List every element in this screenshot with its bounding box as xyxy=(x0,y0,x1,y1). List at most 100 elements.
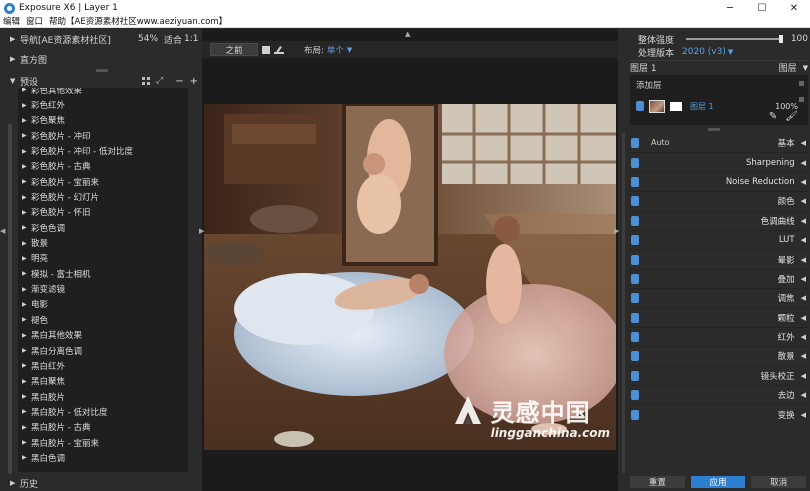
split-view-icon[interactable] xyxy=(274,46,284,54)
add-preset-icon[interactable]: + xyxy=(190,76,198,87)
menu-help[interactable]: 帮助【AE资源素材社区www.aeziyuan.com】 xyxy=(46,16,230,28)
expand-icon[interactable]: ⤢ xyxy=(156,76,163,86)
preset-category-item[interactable]: ▶ 彩色胶片 - 宝丽来 xyxy=(18,174,188,189)
preset-category-item[interactable]: ▶ 彩色胶片 - 怀旧 xyxy=(18,205,188,220)
preset-category-item[interactable]: ▶ 黑白分离色调 xyxy=(18,343,188,358)
chevron-down-icon[interactable]: ▼ xyxy=(803,64,808,72)
reset-button[interactable]: 重置 xyxy=(630,476,685,488)
panel-toggle-button[interactable] xyxy=(631,293,639,304)
adjustment-panel-header[interactable]: 去边 ◀ xyxy=(630,385,808,404)
panel-toggle-button[interactable] xyxy=(631,409,639,420)
adjustment-panel-header[interactable]: 镜头校正 ◀ xyxy=(630,365,808,385)
preset-category-item[interactable]: ▶ 散景 xyxy=(18,235,188,250)
adjustment-panel-header[interactable]: 调焦 ◀ xyxy=(630,288,808,307)
zoom-level[interactable]: 54% xyxy=(138,34,164,44)
histogram-header[interactable]: ▶ 直方图 xyxy=(10,51,198,67)
adjustment-panel-header[interactable]: 变换 ◀ xyxy=(630,404,808,423)
pen-icon[interactable]: ✎ xyxy=(769,111,777,122)
minimize-button[interactable]: ─ xyxy=(714,0,746,16)
adjustment-panel-header[interactable]: 叠加 ◀ xyxy=(630,268,808,288)
menu-edit[interactable]: 编辑 xyxy=(0,16,23,28)
adjustment-panel-header[interactable]: 色调曲线 ◀ xyxy=(630,210,808,230)
close-button[interactable]: ✕ xyxy=(778,0,810,16)
preset-category-item[interactable]: ▶ 彩色胶片 - 幻灯片 xyxy=(18,189,188,204)
adjustment-panel-header[interactable]: Auto 基本 ◀ xyxy=(630,133,808,152)
brush-icon[interactable]: 🖌 xyxy=(785,111,798,122)
preset-category-item[interactable]: ▶ 彩色胶片 - 冲印 - 低对比度 xyxy=(18,143,188,158)
apply-button[interactable]: 应用 xyxy=(690,476,746,488)
adjustment-panel-header[interactable]: Noise Reduction ◀ xyxy=(630,171,808,191)
preset-category-item[interactable]: ▶ 黑白其他效果 xyxy=(18,328,188,343)
preset-category-item[interactable]: ▶ 彩色胶片 - 古典 xyxy=(18,159,188,174)
adjustment-panel-header[interactable]: 颜色 ◀ xyxy=(630,191,808,210)
remove-preset-icon[interactable]: − xyxy=(175,76,183,87)
panel-toggle-button[interactable] xyxy=(631,370,639,381)
layer-opacity[interactable]: 100% xyxy=(775,102,798,111)
preset-category-item[interactable]: ▶ 黑白聚焦 xyxy=(18,374,188,389)
expand-left-icon[interactable]: ▶ xyxy=(199,227,204,235)
panel-toggle-button[interactable] xyxy=(631,157,639,168)
chevron-down-icon[interactable]: ▼ xyxy=(347,46,352,54)
collapse-left-icon[interactable]: ◀ xyxy=(0,227,5,235)
panel-toggle-button[interactable] xyxy=(631,215,639,226)
menu-window[interactable]: 窗口 xyxy=(23,16,46,28)
panel-resize-handle[interactable] xyxy=(96,69,108,72)
preset-category-item[interactable]: ▶ 黑白胶片 - 宝丽来 xyxy=(18,435,188,450)
preset-category-item[interactable]: ▶ 彩色红外 xyxy=(18,97,188,112)
adjustments-scrollbar[interactable] xyxy=(622,133,625,473)
adjustment-panel-header[interactable]: 红外 ◀ xyxy=(630,326,808,346)
preset-category-item[interactable]: ▶ 彩色胶片 - 冲印 xyxy=(18,128,188,143)
preset-category-item[interactable]: ▶ 彩色聚焦 xyxy=(18,113,188,128)
layer-name[interactable]: 图层 1 xyxy=(690,101,714,112)
add-layer-button[interactable]: 添加层 xyxy=(636,79,662,91)
layout-select[interactable]: 单个 xyxy=(327,44,344,56)
panel-toggle-button[interactable] xyxy=(631,390,639,401)
overall-strength-slider[interactable] xyxy=(686,35,783,43)
panel-resize-handle[interactable] xyxy=(708,128,720,131)
adjustment-panel-header[interactable]: 散景 ◀ xyxy=(630,346,808,365)
tab-layers[interactable]: 图层 xyxy=(779,61,797,74)
history-header[interactable]: ▶ 历史 xyxy=(10,475,198,491)
layer-mask-thumbnail[interactable] xyxy=(670,101,682,111)
fit-button[interactable]: 适合 xyxy=(164,33,184,46)
preset-category-item[interactable]: ▶ 彩色色调 xyxy=(18,220,188,235)
panel-toggle-button[interactable] xyxy=(631,196,639,207)
square-view-icon[interactable] xyxy=(262,45,270,54)
layer-menu-icon[interactable] xyxy=(799,81,804,86)
panel-toggle-button[interactable] xyxy=(631,273,639,284)
adjustment-panel-header[interactable]: 晕影 ◀ xyxy=(630,249,808,268)
preset-category-item[interactable]: ▶ 电影 xyxy=(18,297,188,312)
expand-right-icon[interactable]: ▶ xyxy=(614,227,619,235)
before-button[interactable]: 之前 xyxy=(210,43,258,56)
preset-category-item[interactable]: ▶ 黑白胶片 - 古典 xyxy=(18,420,188,435)
adjustment-panel-header[interactable]: Sharpening ◀ xyxy=(630,152,808,171)
adjustment-panel-header[interactable]: 颗粒 ◀ xyxy=(630,307,808,327)
panel-toggle-button[interactable] xyxy=(631,332,639,343)
preset-category-item[interactable]: ▶ 黑白色调 xyxy=(18,450,188,465)
panel-toggle-button[interactable] xyxy=(631,235,639,246)
maximize-button[interactable]: ☐ xyxy=(746,0,778,16)
slider-handle[interactable] xyxy=(778,35,783,43)
chevron-down-icon[interactable]: ▼ xyxy=(728,48,733,56)
navigator-header[interactable]: ▶ 导航[AE资源素材社区] 54% 适合 1:1 xyxy=(10,31,198,47)
panel-toggle-button[interactable] xyxy=(631,312,639,323)
panel-toggle-button[interactable] xyxy=(631,254,639,265)
presets-scrollbar[interactable] xyxy=(8,124,12,474)
preset-category-item[interactable]: ▶ 彩色其他效果 xyxy=(18,88,188,97)
one-to-one-button[interactable]: 1:1 xyxy=(184,34,198,44)
layer-visibility-toggle[interactable] xyxy=(636,101,644,111)
process-version-select[interactable]: 2020 (v3) xyxy=(682,47,726,57)
preset-category-item[interactable]: ▶ 明亮 xyxy=(18,251,188,266)
panel-toggle-button[interactable] xyxy=(631,176,639,187)
presets-header[interactable]: ▼ 预设 ⤢ − + xyxy=(10,73,198,89)
preset-category-item[interactable]: ▶ 模拟 - 富士相机 xyxy=(18,266,188,281)
adjustment-panel-header[interactable]: LUT ◀ xyxy=(630,229,808,249)
preset-category-item[interactable]: ▶ 黑白胶片 xyxy=(18,389,188,404)
auto-button[interactable]: Auto xyxy=(651,138,670,147)
photo-preview[interactable]: 灵感中国 lingganchina.com xyxy=(204,104,616,450)
cancel-button[interactable]: 取消 xyxy=(751,476,807,488)
grid-view-icon[interactable] xyxy=(142,77,151,85)
preset-category-item[interactable]: ▶ 黑白红外 xyxy=(18,358,188,373)
preset-category-item[interactable]: ▶ 褪色 xyxy=(18,312,188,327)
panel-toggle-button[interactable] xyxy=(631,137,639,148)
